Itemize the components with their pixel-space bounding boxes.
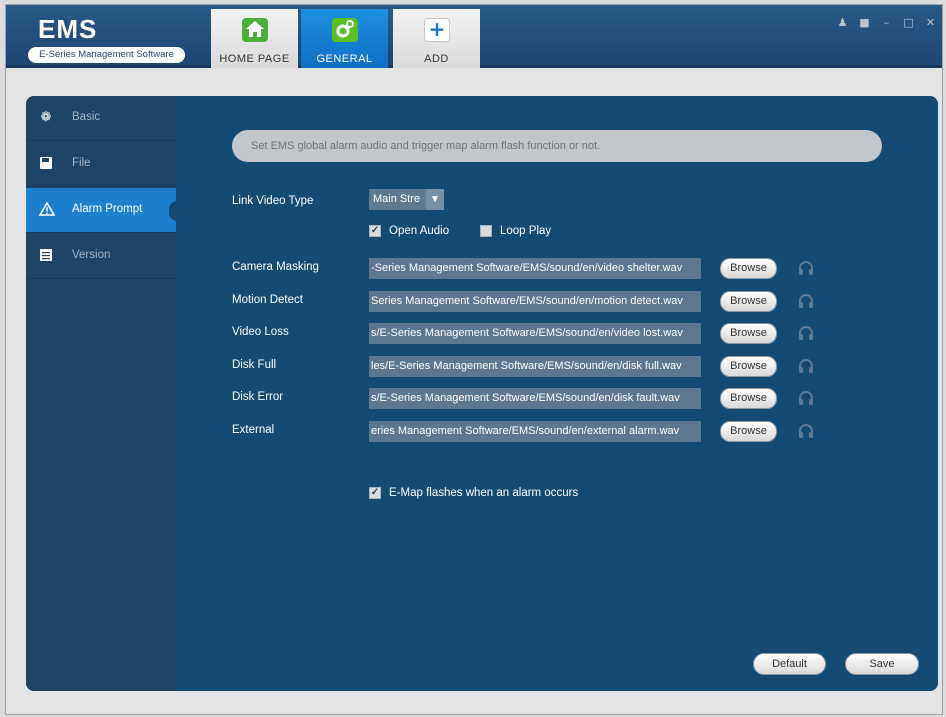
app-logo: EMS E-Series Management Software [24, 14, 194, 64]
sidebar-item-version[interactable]: Version [26, 234, 176, 279]
sidebar-item-label: File [72, 157, 91, 169]
browse-button[interactable]: Browse [720, 356, 777, 377]
logo-subtitle: E-Series Management Software [28, 47, 185, 63]
tab-label: ADD [424, 53, 449, 65]
window-controls: ♟ ■ – □ ✕ [837, 16, 936, 30]
sound-path-field[interactable]: Series Management Software/EMS/sound/en/… [369, 291, 701, 312]
browse-button[interactable]: Browse [720, 388, 777, 409]
checkbox-unchecked-icon [480, 225, 492, 237]
sidebar-item-basic[interactable]: ❁ Basic [26, 96, 176, 141]
tab-label: HOME PAGE [219, 53, 290, 65]
sound-path-field[interactable]: -Series Management Software/EMS/sound/en… [369, 258, 701, 279]
alarm-label: External [232, 424, 275, 436]
sidebar-item-label: Alarm Prompt [72, 203, 143, 215]
sound-path-field[interactable]: les/E-Series Management Software/EMS/sou… [369, 356, 701, 377]
headphones-icon[interactable] [797, 292, 815, 310]
browse-button[interactable]: Browse [720, 291, 777, 312]
alarm-label: Motion Detect [232, 294, 303, 306]
tab-add[interactable]: + ADD [393, 9, 480, 68]
chevron-down-icon: ▼ [426, 189, 444, 210]
headphones-icon[interactable] [797, 422, 815, 440]
warning-icon [38, 201, 56, 216]
browse-button[interactable]: Browse [720, 421, 777, 442]
checkbox-checked-icon: ✓ [369, 225, 381, 237]
link-video-type-label: Link Video Type [232, 195, 314, 207]
minimize-icon[interactable]: – [881, 16, 892, 30]
gear-icon: ❁ [40, 109, 52, 124]
lock-icon[interactable]: ■ [859, 16, 870, 30]
headphones-icon[interactable] [797, 389, 815, 407]
loop-play-checkbox[interactable]: Loop Play [480, 225, 551, 237]
open-audio-checkbox[interactable]: ✓ Open Audio [369, 225, 449, 237]
close-icon[interactable]: ✕ [925, 16, 936, 30]
open-audio-label: Open Audio [389, 225, 450, 237]
default-button[interactable]: Default [753, 653, 826, 675]
tab-home-page[interactable]: HOME PAGE [211, 9, 298, 68]
document-icon [39, 248, 53, 262]
top-bar: EMS E-Series Management Software HOME PA… [6, 5, 942, 68]
user-icon[interactable]: ♟ [837, 16, 848, 30]
floppy-icon [39, 156, 53, 170]
loop-play-label: Loop Play [500, 225, 552, 237]
emap-flash-label: E-Map flashes when an alarm occurs [389, 487, 579, 499]
select-value: Main Stre [373, 193, 421, 205]
sound-path-field[interactable]: s/E-Series Management Software/EMS/sound… [369, 323, 701, 344]
emap-flash-checkbox[interactable]: ✓ E-Map flashes when an alarm occurs [369, 487, 578, 499]
home-icon [242, 18, 268, 42]
logo-title: EMS [38, 14, 98, 44]
browse-button[interactable]: Browse [720, 258, 777, 279]
sidebar: ❁ Basic File Alarm Prompt Version [26, 96, 177, 691]
plus-icon: + [424, 18, 450, 42]
alarm-label: Camera Masking [232, 261, 319, 273]
settings-panel: ❁ Basic File Alarm Prompt Version Set EM… [26, 96, 938, 691]
sidebar-item-label: Basic [72, 111, 101, 123]
info-banner: Set EMS global alarm audio and trigger m… [232, 130, 882, 162]
sidebar-item-file[interactable]: File [26, 142, 176, 187]
link-video-type-select[interactable]: Main Stre ▼ [369, 189, 444, 210]
sound-path-field[interactable]: eries Management Software/EMS/sound/en/e… [369, 421, 701, 442]
alarm-prompt-content: Set EMS global alarm audio and trigger m… [176, 96, 938, 691]
gear-icon [332, 18, 358, 42]
sound-path-field[interactable]: s/E-Series Management Software/EMS/sound… [369, 388, 701, 409]
app-window: EMS E-Series Management Software HOME PA… [5, 4, 943, 715]
headphones-icon[interactable] [797, 259, 815, 277]
alarm-label: Disk Error [232, 391, 284, 403]
checkbox-checked-icon: ✓ [369, 487, 381, 499]
maximize-icon[interactable]: □ [903, 16, 914, 30]
tab-general[interactable]: GENERAL [301, 9, 388, 68]
browse-button[interactable]: Browse [720, 323, 777, 344]
save-button[interactable]: Save [845, 653, 919, 675]
tab-label: GENERAL [316, 53, 373, 65]
headphones-icon[interactable] [797, 357, 815, 375]
headphones-icon[interactable] [797, 324, 815, 342]
sidebar-item-label: Version [72, 249, 111, 261]
alarm-label: Video Loss [232, 326, 289, 338]
sidebar-item-alarm-prompt[interactable]: Alarm Prompt [26, 188, 177, 233]
alarm-label: Disk Full [232, 359, 277, 371]
